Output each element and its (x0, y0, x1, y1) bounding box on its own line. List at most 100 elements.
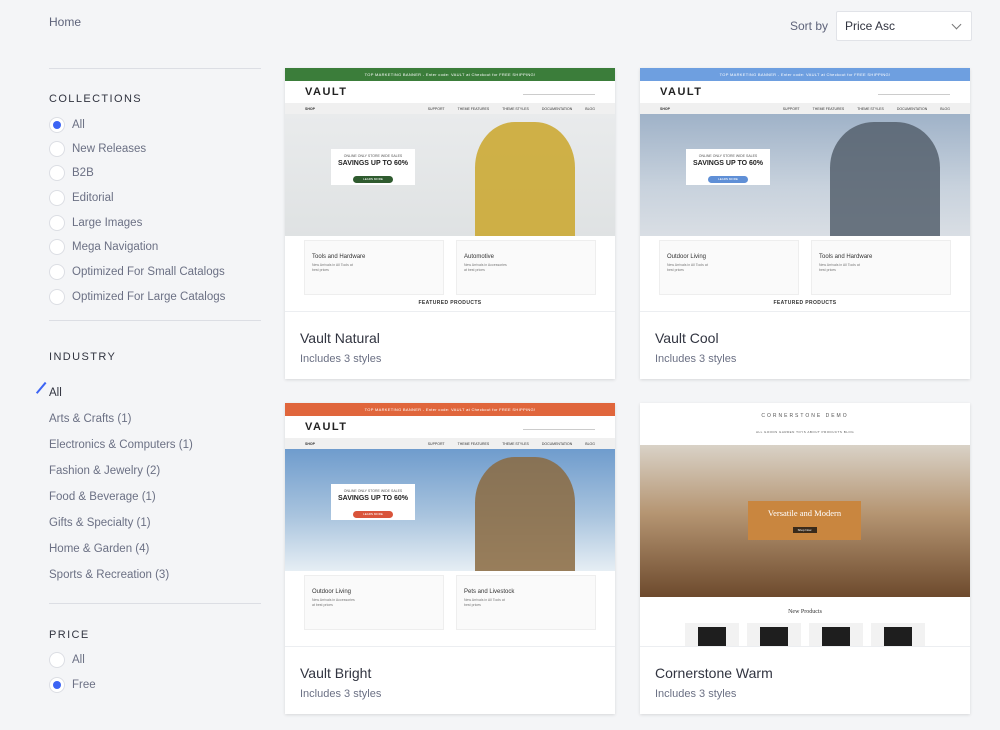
sort-label: Sort by (790, 19, 829, 33)
theme-styles-count: Includes 3 styles (300, 353, 382, 365)
category-sub: New Arrivals in All Tools at best prices (819, 263, 860, 272)
collection-option[interactable]: Mega Navigation (49, 238, 158, 256)
preview-nav-item: SUPPORT (427, 441, 445, 446)
hero-figure (475, 457, 575, 571)
radio-button[interactable] (49, 141, 65, 157)
preview-nav: SHOP SUPPORT THEME FEATURES THEME STYLES DOC… (285, 438, 615, 449)
promo-small-text: ONLINE ONLY STORE WIDE SALES (343, 154, 403, 158)
industry-link[interactable]: Fashion & Jewelry (2) (49, 465, 160, 477)
preview-nav-item: BLOG (585, 441, 595, 446)
breadcrumb[interactable]: Home (49, 15, 81, 29)
collection-option[interactable]: Optimized For Small Catalogs (49, 263, 225, 281)
preview-product (809, 623, 863, 646)
collection-option[interactable]: Large Images (49, 214, 142, 232)
preview-nav-item: DOCUMENTATION (541, 106, 573, 111)
theme-name[interactable]: Cornerstone Warm (655, 665, 773, 681)
preview-search (878, 89, 950, 95)
theme-styles-count: Includes 3 styles (655, 353, 737, 365)
preview-logo: VAULT (660, 86, 703, 98)
category-name: Tools and Hardware (312, 254, 366, 260)
preview-nav: ALL GOODS GARDEN TOYS ABOUT PRODUCTS BLO… (755, 430, 855, 434)
preview-category: Outdoor Living New Arrivals in All Tools … (659, 240, 799, 295)
preview-nav-item: SHOP (660, 106, 670, 111)
preview-header: CORNERSTONE DEMO ALL GOODS GARDEN TOYS AB… (640, 403, 970, 445)
preview-nav-item: SHOP (305, 106, 315, 111)
preview-category: Automotive New Arrivals in Accessories at… (456, 240, 596, 295)
radio-button[interactable] (49, 652, 65, 668)
category-name: Pets and Livestock (464, 589, 515, 595)
industry-link[interactable]: Food & Beverage (1) (49, 491, 156, 503)
radio-button[interactable] (49, 215, 65, 231)
preview-hero: ONLINE ONLY STORE WIDE SALES SAVINGS UP T… (285, 449, 615, 571)
industry-link[interactable]: Sports & Recreation (3) (49, 569, 169, 581)
industry-link[interactable]: Home & Garden (4) (49, 543, 149, 555)
category-sub: New Arrivals in Accessories at best pric… (464, 263, 507, 272)
collection-option-label: Optimized For Small Catalogs (72, 266, 225, 278)
theme-preview-image[interactable]: TOP MARKETING BANNER - Enter code: VAULT… (285, 403, 615, 647)
theme-name[interactable]: Vault Natural (300, 330, 380, 346)
preview-logo: VAULT (305, 86, 348, 98)
preview-hero: ONLINE ONLY STORE WIDE SALES SAVINGS UP T… (285, 114, 615, 236)
collection-option-label: B2B (72, 167, 94, 179)
preview-nav-item: DOCUMENTATION (541, 441, 573, 446)
price-option[interactable]: All (49, 651, 85, 669)
radio-button[interactable] (49, 190, 65, 206)
preview-nav-item: THEME STYLES (502, 106, 529, 111)
preview-nav-item: SUPPORT (782, 106, 800, 111)
preview-categories: Tools and Hardware New Arrivals in All To… (285, 236, 615, 295)
promo-small-text: ONLINE ONLY STORE WIDE SALES (698, 154, 758, 158)
preview-promo: ONLINE ONLY STORE WIDE SALES SAVINGS UP T… (331, 484, 415, 520)
theme-name[interactable]: Vault Bright (300, 665, 371, 681)
preview-header: VAULT (640, 81, 970, 103)
collection-option[interactable]: New Releases (49, 140, 146, 158)
preview-product (871, 623, 925, 646)
collection-option[interactable]: B2B (49, 164, 94, 182)
theme-styles-count: Includes 3 styles (655, 688, 737, 700)
theme-preview-image[interactable]: TOP MARKETING BANNER - Enter code: VAULT… (640, 68, 970, 312)
preview-search (523, 89, 595, 95)
preview-products (640, 623, 970, 646)
radio-button[interactable] (49, 289, 65, 305)
industry-link[interactable]: Gifts & Specialty (1) (49, 517, 151, 529)
preview-nav-item: SHOP (305, 441, 315, 446)
preview-banner: TOP MARKETING BANNER - Enter code: VAULT… (285, 68, 615, 81)
theme-card[interactable]: TOP MARKETING BANNER - Enter code: VAULT… (285, 403, 615, 714)
price-title: PRICE (49, 629, 90, 641)
preview-featured-heading: FEATURED PRODUCTS (773, 300, 837, 306)
theme-styles-count: Includes 3 styles (300, 688, 382, 700)
preview-product (685, 623, 739, 646)
preview-category: Tools and Hardware New Arrivals in All To… (811, 240, 951, 295)
sort-select[interactable]: Price Asc (836, 11, 973, 41)
radio-button[interactable] (49, 264, 65, 280)
theme-card[interactable]: TOP MARKETING BANNER - Enter code: VAULT… (285, 68, 615, 379)
radio-button[interactable] (49, 117, 65, 133)
preview-category: Pets and Livestock New Arrivals in All To… (456, 575, 596, 630)
theme-card[interactable]: CORNERSTONE DEMO ALL GOODS GARDEN TOYS AB… (640, 403, 970, 714)
preview-nav-item: THEME STYLES (857, 106, 884, 111)
promo-button: LEARN MORE (353, 176, 393, 183)
collection-option[interactable]: All (49, 116, 85, 134)
promo-headline: SAVINGS UP TO 60% (337, 160, 409, 167)
radio-button[interactable] (49, 239, 65, 255)
radio-button[interactable] (49, 677, 65, 693)
theme-name[interactable]: Vault Cool (655, 330, 719, 346)
industry-link[interactable]: All (49, 387, 62, 399)
collection-option[interactable]: Optimized For Large Catalogs (49, 288, 225, 306)
hero-figure (830, 122, 940, 236)
industry-link[interactable]: Electronics & Computers (1) (49, 439, 193, 451)
category-sub: New Arrivals in Accessories at best pric… (312, 598, 355, 607)
radio-button[interactable] (49, 165, 65, 181)
preview-banner: TOP MARKETING BANNER - Enter code: VAULT… (285, 403, 615, 416)
theme-preview-image[interactable]: CORNERSTONE DEMO ALL GOODS GARDEN TOYS AB… (640, 403, 970, 647)
industry-link[interactable]: Arts & Crafts (1) (49, 413, 131, 425)
category-name: Automotive (464, 254, 495, 260)
category-name: Outdoor Living (667, 254, 707, 260)
promo-headline: SAVINGS UP TO 60% (337, 495, 409, 502)
collection-option[interactable]: Editorial (49, 189, 114, 207)
theme-card[interactable]: TOP MARKETING BANNER - Enter code: VAULT… (640, 68, 970, 379)
price-option[interactable]: Free (49, 676, 96, 694)
preview-nav: SHOP SUPPORT THEME FEATURES THEME STYLES DOC… (285, 103, 615, 114)
preview-promo: ONLINE ONLY STORE WIDE SALES SAVINGS UP T… (686, 149, 770, 185)
collection-option-label: Optimized For Large Catalogs (72, 291, 226, 303)
theme-preview-image[interactable]: TOP MARKETING BANNER - Enter code: VAULT… (285, 68, 615, 312)
